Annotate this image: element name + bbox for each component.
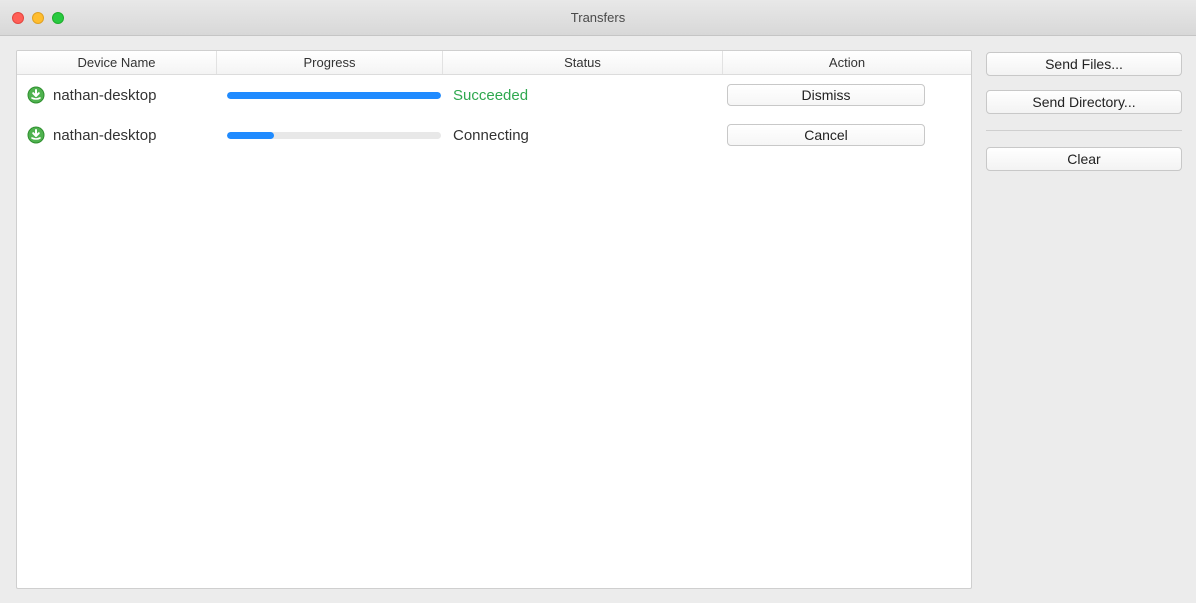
device-cell: nathan-desktop <box>21 86 221 104</box>
maximize-icon[interactable] <box>52 12 64 24</box>
header-device-name[interactable]: Device Name <box>17 51 217 74</box>
send-directory-button[interactable]: Send Directory... <box>986 90 1182 114</box>
header-progress[interactable]: Progress <box>217 51 443 74</box>
transfers-table: Device Name Progress Status Action natha… <box>16 50 972 589</box>
action-cell: Cancel <box>727 124 967 146</box>
status-cell: Succeeded <box>447 87 727 104</box>
traffic-lights <box>12 12 64 24</box>
action-cell: Dismiss <box>727 84 967 106</box>
clear-button[interactable]: Clear <box>986 147 1182 171</box>
cancel-button[interactable]: Cancel <box>727 124 925 146</box>
status-cell: Connecting <box>447 127 727 144</box>
device-cell: nathan-desktop <box>21 126 221 144</box>
progress-cell <box>221 132 447 139</box>
sidebar-separator <box>986 130 1182 131</box>
close-icon[interactable] <box>12 12 24 24</box>
header-action[interactable]: Action <box>723 51 971 74</box>
progress-fill <box>227 92 441 99</box>
content-area: Device Name Progress Status Action natha… <box>0 36 1196 603</box>
sidebar: Send Files... Send Directory... Clear <box>986 50 1182 589</box>
table-header-row: Device Name Progress Status Action <box>17 51 971 75</box>
download-icon <box>27 86 45 104</box>
status-label: Connecting <box>453 127 529 144</box>
table-row: nathan-desktop Succeeded Dismiss <box>17 75 971 115</box>
table-row: nathan-desktop Connecting Cancel <box>17 115 971 155</box>
header-status[interactable]: Status <box>443 51 723 74</box>
device-name-label: nathan-desktop <box>53 127 156 144</box>
progress-bar <box>227 132 441 139</box>
progress-cell <box>221 92 447 99</box>
window-titlebar: Transfers <box>0 0 1196 36</box>
window-title: Transfers <box>0 10 1196 25</box>
table-body: nathan-desktop Succeeded Dismiss nathan-de… <box>17 75 971 588</box>
download-icon <box>27 126 45 144</box>
progress-bar <box>227 92 441 99</box>
progress-fill <box>227 132 274 139</box>
send-files-button[interactable]: Send Files... <box>986 52 1182 76</box>
status-label: Succeeded <box>453 87 528 104</box>
dismiss-button[interactable]: Dismiss <box>727 84 925 106</box>
minimize-icon[interactable] <box>32 12 44 24</box>
device-name-label: nathan-desktop <box>53 87 156 104</box>
